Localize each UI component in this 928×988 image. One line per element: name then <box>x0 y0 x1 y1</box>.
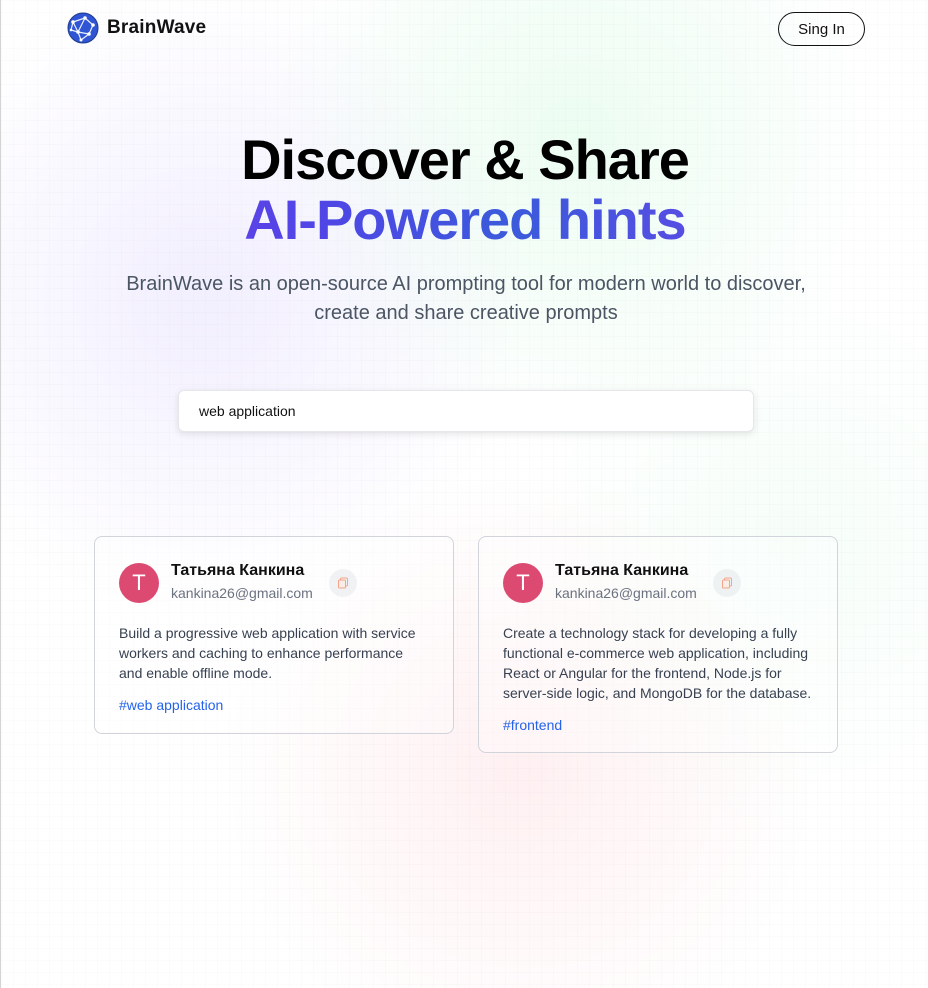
prompt-text: Create a technology stack for developing… <box>503 625 812 701</box>
prompt-card: T Татьяна Канкина kankina26@gmail.com Cr… <box>478 536 838 753</box>
copy-button[interactable] <box>713 569 741 597</box>
top-nav: BrainWave Sing In <box>1 0 928 58</box>
user-email: kankina26@gmail.com <box>555 585 697 601</box>
hero-title-line1: Discover & Share <box>241 128 690 191</box>
brand-name: BrainWave <box>107 17 207 38</box>
hero-title: Discover & Share AI-Powered hints <box>1 130 928 250</box>
copy-button[interactable] <box>329 569 357 597</box>
user-email: kankina26@gmail.com <box>171 585 313 601</box>
search-input[interactable] <box>178 390 754 432</box>
hero-title-line2: AI-Powered hints <box>1 190 928 250</box>
username[interactable]: Татьяна Канкина <box>171 561 313 581</box>
card-header: T Татьяна Канкина kankina26@gmail.com <box>503 561 813 605</box>
prompt-text: Build a progressive web application with… <box>119 625 416 681</box>
user-info: Татьяна Канкина kankina26@gmail.com <box>171 561 313 603</box>
prompt-card: T Татьяна Канкина kankina26@gmail.com Bu… <box>94 536 454 734</box>
hero-subtitle: BrainWave is an open-source AI prompting… <box>126 273 806 324</box>
avatar[interactable]: T <box>503 563 543 603</box>
copy-icon <box>338 577 348 589</box>
sign-in-button[interactable]: Sing In <box>778 12 865 46</box>
copy-icon <box>722 577 732 589</box>
avatar[interactable]: T <box>119 563 159 603</box>
prompt-tag[interactable]: #web application <box>119 697 223 713</box>
globe-network-icon <box>67 12 99 44</box>
prompt-tag[interactable]: #frontend <box>503 717 562 733</box>
username[interactable]: Татьяна Канкина <box>555 561 697 581</box>
user-info: Татьяна Канкина kankina26@gmail.com <box>555 561 697 603</box>
card-header: T Татьяна Канкина kankina26@gmail.com <box>119 561 429 605</box>
brand-logo[interactable]: BrainWave <box>67 12 206 44</box>
